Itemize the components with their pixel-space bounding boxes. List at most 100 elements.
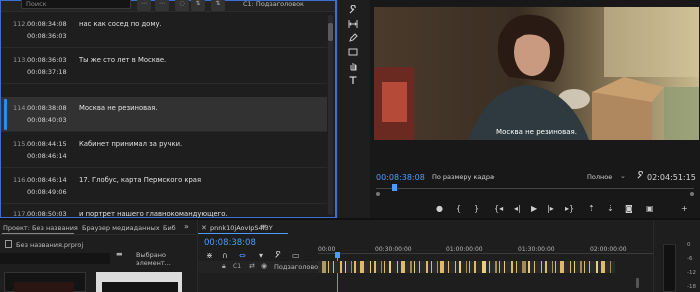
caption-clip[interactable] <box>560 261 564 273</box>
caption-clip[interactable] <box>516 261 517 273</box>
timeline-timecode[interactable]: 00:08:38:08 <box>204 238 256 248</box>
zoom-handle-right[interactable] <box>690 192 694 196</box>
caption-clip[interactable] <box>489 261 490 273</box>
caption-clip[interactable] <box>522 261 526 273</box>
playhead-timecode[interactable]: 00:08:38:08 <box>376 173 425 182</box>
lock-icon[interactable]: 🔒︎ <box>222 262 226 271</box>
caption-clip[interactable] <box>414 261 415 273</box>
scrub-bar[interactable] <box>376 188 694 189</box>
caption-clip[interactable] <box>354 261 356 273</box>
caption-row[interactable]: 117. 00:08:50:03 и портрет нашего главно… <box>1 203 327 218</box>
caption-clip[interactable] <box>474 261 476 273</box>
merge-captions-button[interactable]: ◌ <box>175 0 189 11</box>
caption-clip[interactable] <box>455 261 456 273</box>
sync-lock-icon[interactable]: ⇄ <box>249 262 255 270</box>
timeline-scrollbar[interactable] <box>636 278 639 288</box>
track-dropdown[interactable]: С1: Подзаголовок <box>239 0 317 11</box>
go-to-out-icon[interactable]: ▸} <box>565 204 574 213</box>
caption-clip[interactable] <box>401 261 405 273</box>
caption-clip[interactable] <box>511 261 513 273</box>
caption-clip[interactable] <box>419 261 420 273</box>
caption-clip[interactable] <box>410 261 412 273</box>
caption-row[interactable]: 112. 00:08:34:08 00:08:36:03 нас как сос… <box>1 13 327 48</box>
caption-clip[interactable] <box>596 261 598 273</box>
caption-clip[interactable] <box>322 261 326 273</box>
caption-row[interactable]: 113. 00:08:36:03 00:08:37:18 Ты же сто л… <box>1 49 327 84</box>
rectangle-icon[interactable] <box>346 47 360 60</box>
caption-clip[interactable] <box>504 261 505 273</box>
caption-clip[interactable] <box>469 261 470 273</box>
play-icon[interactable]: ▶ <box>531 204 537 213</box>
caption-text[interactable]: нас как сосед по дому. <box>79 20 162 28</box>
add-button-icon[interactable]: + <box>681 204 688 213</box>
chevron-down-icon[interactable]: ⌄ <box>620 172 626 180</box>
project-search-input[interactable] <box>0 253 110 264</box>
captions-icon[interactable]: ▭ <box>292 251 300 260</box>
go-to-in-icon[interactable]: {◂ <box>494 204 503 213</box>
caption-clip[interactable] <box>333 261 334 273</box>
split-captions-button[interactable]: ⇅ <box>191 0 205 11</box>
linked-selection-icon[interactable]: ⇔ <box>239 251 246 260</box>
caption-text[interactable]: Кабинет принимал за ручки. <box>79 140 182 148</box>
caption-clip[interactable] <box>360 261 364 273</box>
caption-out-time[interactable]: 00:08:49:06 <box>27 188 67 196</box>
caption-clip[interactable] <box>545 261 547 273</box>
caption-clip[interactable] <box>528 261 530 273</box>
caption-clip[interactable] <box>552 261 553 273</box>
step-back-icon[interactable]: ◂| <box>514 204 521 213</box>
caption-clip[interactable] <box>589 261 590 273</box>
caption-clip[interactable] <box>351 261 352 273</box>
caption-clip[interactable] <box>340 261 342 273</box>
caption-in-time[interactable]: 00:08:38:08 <box>27 104 67 112</box>
shift-captions-button[interactable]: ⇅ <box>211 0 225 11</box>
captions-search-input[interactable]: Поиск <box>21 0 131 9</box>
more-tabs-icon[interactable]: » <box>184 222 189 231</box>
export-frame-icon[interactable]: ◙ <box>625 204 633 213</box>
caption-in-time[interactable]: 00:08:46:14 <box>27 176 67 184</box>
caption-clip[interactable] <box>431 261 432 273</box>
caption-row-selected[interactable]: 114. 00:08:38:08 00:08:40:03 Москва не р… <box>1 97 327 132</box>
scrub-playhead[interactable] <box>392 184 397 191</box>
caption-clip[interactable] <box>584 261 585 273</box>
folder-icon[interactable]: ▬ <box>116 250 123 258</box>
settings-wrench-icon[interactable] <box>636 170 645 183</box>
resolution-dropdown[interactable]: Полное <box>587 173 612 181</box>
caption-clip[interactable] <box>389 261 391 273</box>
type-icon[interactable] <box>346 75 360 88</box>
caption-clip[interactable] <box>381 261 382 273</box>
caption-clip[interactable] <box>370 261 371 273</box>
zoom-fit-dropdown[interactable]: По размеру кадра <box>432 173 494 181</box>
pen-icon[interactable] <box>346 33 360 46</box>
captions-scrollbar[interactable] <box>328 15 333 215</box>
captions-scrollbar-thumb[interactable] <box>328 23 333 41</box>
caption-clip[interactable] <box>555 261 556 273</box>
caption-clip[interactable] <box>534 261 535 273</box>
caption-clip[interactable] <box>495 261 497 273</box>
caption-out-time[interactable]: 00:08:37:18 <box>27 68 67 76</box>
caption-row[interactable]: 116. 00:08:46:14 00:08:49:06 17. Глобус,… <box>1 169 327 204</box>
caption-text[interactable]: Москва не резиновая. <box>79 104 158 112</box>
caption-clip[interactable] <box>397 261 398 273</box>
tab-libraries[interactable]: Биб <box>163 224 176 232</box>
ripple-edit-icon[interactable] <box>346 19 360 32</box>
mark-out-icon[interactable]: } <box>474 204 479 213</box>
caption-clip[interactable] <box>384 261 385 273</box>
step-forward-icon[interactable]: |▸ <box>547 204 554 213</box>
eye-icon[interactable]: ◉ <box>261 262 267 270</box>
wrench-icon[interactable] <box>346 4 360 18</box>
caption-clip[interactable] <box>482 261 486 273</box>
caption-clip[interactable] <box>541 261 542 273</box>
caption-clip[interactable] <box>459 261 461 273</box>
hand-icon[interactable] <box>346 61 360 74</box>
caption-clip[interactable] <box>601 261 605 273</box>
mark-in-icon[interactable]: { <box>456 204 461 213</box>
caption-clip[interactable] <box>574 261 575 273</box>
toolbar-button[interactable]: ⋯ <box>137 0 151 11</box>
caption-clip[interactable] <box>466 261 467 273</box>
caption-text[interactable]: Ты же сто лет в Москве. <box>79 56 166 64</box>
caption-in-time[interactable]: 00:08:34:08 <box>27 20 67 28</box>
lift-icon[interactable]: ⇡ <box>588 204 595 213</box>
caption-row[interactable]: 115. 00:08:44:15 00:08:46:14 Кабинет при… <box>1 133 327 168</box>
caption-clip[interactable] <box>448 261 449 273</box>
caption-out-time[interactable]: 00:08:36:03 <box>27 32 67 40</box>
